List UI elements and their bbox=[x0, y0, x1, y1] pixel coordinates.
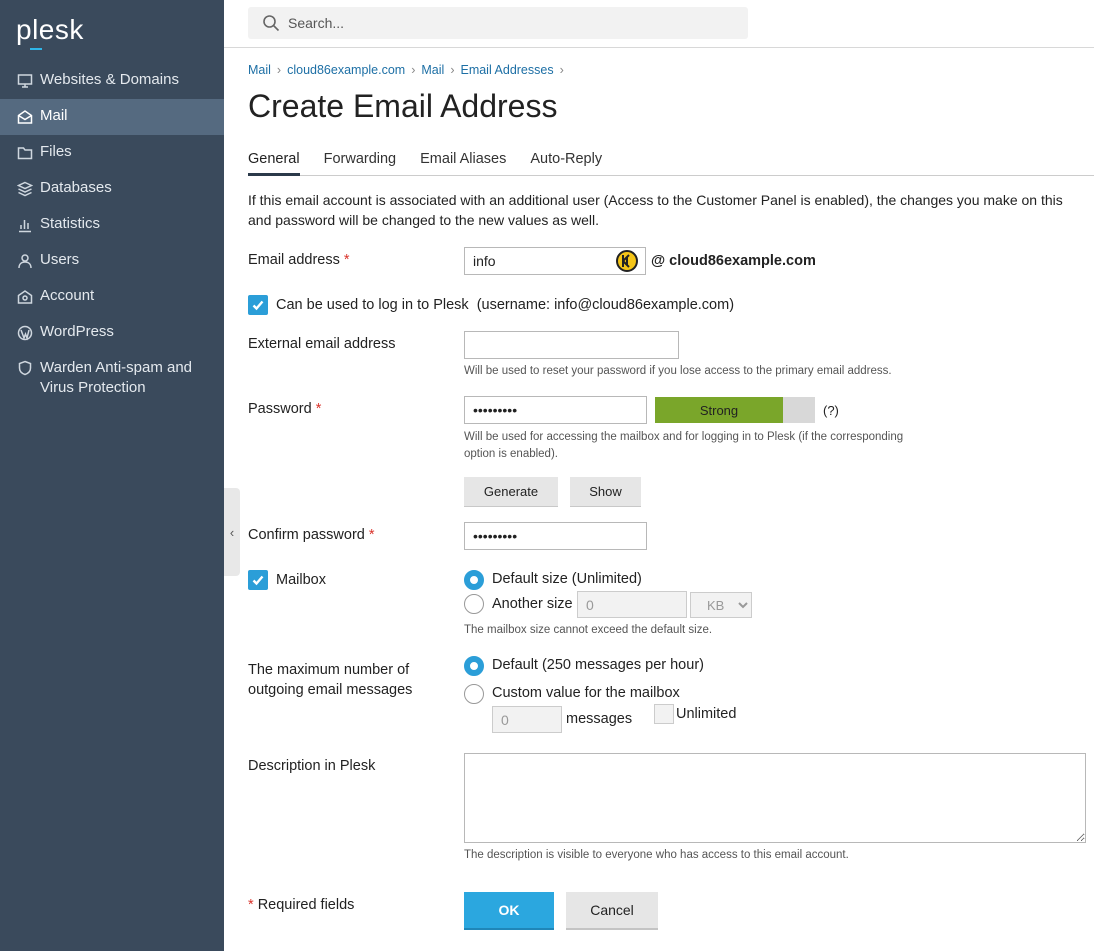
password-label: Password * bbox=[248, 401, 322, 417]
tab-auto-reply[interactable]: Auto-Reply bbox=[530, 148, 602, 176]
sidebar-item-websites-domains[interactable]: Websites & Domains bbox=[0, 63, 224, 99]
sidebar-item-wordpress[interactable]: WordPress bbox=[0, 315, 224, 351]
sidebar-item-databases[interactable]: Databases bbox=[0, 171, 224, 207]
tab-email-aliases[interactable]: Email Aliases bbox=[420, 148, 506, 176]
mailbox-default-size-label: Default size (Unlimited) bbox=[492, 571, 642, 587]
outgoing-default-radio[interactable] bbox=[464, 656, 484, 676]
sidebar-item-statistics[interactable]: Statistics bbox=[0, 207, 224, 243]
account-icon bbox=[16, 288, 34, 306]
monitor-icon bbox=[16, 72, 34, 90]
sidebar-item-account[interactable]: Account bbox=[0, 279, 224, 315]
checkmark-icon bbox=[252, 300, 264, 311]
cancel-button[interactable]: Cancel bbox=[566, 892, 658, 930]
sidebar-item-label: Users bbox=[40, 251, 80, 268]
breadcrumb: Mail › cloud86example.com › Mail › Email Addre… bbox=[248, 63, 570, 77]
folder-icon bbox=[16, 144, 34, 162]
user-icon bbox=[16, 252, 34, 270]
tab-forwarding[interactable]: Forwarding bbox=[324, 148, 397, 176]
search-input[interactable] bbox=[288, 15, 688, 31]
password-input[interactable] bbox=[464, 396, 647, 424]
mailbox-checkbox[interactable] bbox=[248, 570, 268, 590]
sidebar-item-files[interactable]: Files bbox=[0, 135, 224, 171]
sidebar-item-label: Account bbox=[40, 287, 95, 304]
confirm-password-label: Confirm password * bbox=[248, 527, 375, 543]
breadcrumb-separator: › bbox=[559, 63, 564, 77]
external-email-hint: Will be used to reset your password if y… bbox=[464, 365, 892, 377]
external-email-label: External email address bbox=[248, 336, 396, 352]
logo-text: plesk bbox=[16, 14, 84, 45]
breadcrumb-link-email-addresses[interactable]: Email Addresses bbox=[460, 63, 553, 77]
mailbox-size-input[interactable] bbox=[577, 591, 687, 618]
password-strength-meter: Strong bbox=[655, 397, 815, 423]
email-domain: @ cloud86example.com bbox=[651, 253, 816, 269]
unlimited-label: Unlimited bbox=[676, 706, 737, 722]
sidebar-item-label: Files bbox=[40, 143, 72, 160]
external-email-input[interactable] bbox=[464, 331, 679, 359]
password-strength-fill: Strong bbox=[655, 397, 783, 423]
breadcrumb-separator: › bbox=[450, 63, 455, 77]
breadcrumb-link-mail[interactable]: Mail bbox=[248, 63, 271, 77]
mail-icon bbox=[16, 108, 34, 126]
description-textarea[interactable] bbox=[464, 753, 1086, 843]
breadcrumb-separator: › bbox=[411, 63, 416, 77]
breadcrumb-separator: › bbox=[276, 63, 282, 77]
breadcrumb-link-domain[interactable]: cloud86example.com bbox=[287, 63, 405, 77]
sidebar-item-label: Statistics bbox=[40, 215, 101, 232]
description-hint: The description is visible to everyone w… bbox=[464, 849, 849, 861]
password-manager-icon[interactable] bbox=[616, 250, 638, 272]
outgoing-custom-input[interactable] bbox=[492, 706, 562, 733]
mailbox-label: Mailbox bbox=[276, 572, 326, 588]
login-to-plesk-label: Can be used to log in to Plesk (username… bbox=[276, 297, 735, 313]
sidebar-item-mail[interactable]: Mail bbox=[0, 99, 224, 135]
chevron-left-icon: ‹ bbox=[229, 524, 235, 540]
confirm-password-input[interactable] bbox=[464, 522, 647, 550]
intro-text: If this email account is associated with… bbox=[248, 192, 1063, 228]
mailbox-another-size-radio[interactable] bbox=[464, 594, 484, 614]
outgoing-messages-label: The maximum number of outgoing email mes… bbox=[248, 662, 413, 698]
search-icon bbox=[263, 15, 280, 32]
search-box bbox=[248, 7, 748, 39]
password-hint: Will be used for accessing the mailbox a… bbox=[464, 431, 904, 460]
mailbox-size-unit-select[interactable]: KB bbox=[690, 592, 752, 618]
bar-chart-icon bbox=[16, 216, 34, 234]
checkmark-icon bbox=[252, 575, 264, 586]
outgoing-default-label: Default (250 messages per hour) bbox=[492, 657, 704, 673]
sidebar: plesk Websites & Domains Mail Files Data… bbox=[0, 0, 224, 951]
unlimited-checkbox[interactable] bbox=[654, 704, 674, 724]
outgoing-custom-label: Custom value for the mailbox bbox=[492, 685, 680, 701]
tab-bar: General Forwarding Email Aliases Auto-Re… bbox=[248, 148, 1094, 176]
sidebar-item-warden[interactable]: Warden Anti-spam and Virus Protection bbox=[0, 351, 224, 409]
sidebar-item-label: WordPress bbox=[40, 323, 114, 340]
tab-general[interactable]: General bbox=[248, 148, 300, 176]
sidebar-item-label: Websites & Domains bbox=[40, 71, 179, 88]
sidebar-item-users[interactable]: Users bbox=[0, 243, 224, 279]
sidebar-nav: Websites & Domains Mail Files Databases … bbox=[0, 63, 224, 409]
sidebar-item-label: Mail bbox=[40, 107, 68, 124]
show-password-button[interactable]: Show bbox=[570, 477, 641, 507]
mailbox-another-size-label: Another size bbox=[492, 596, 573, 612]
description-label: Description in Plesk bbox=[248, 758, 376, 774]
ok-button[interactable]: OK bbox=[464, 892, 554, 930]
email-address-label: Email address * bbox=[248, 252, 350, 268]
shield-icon bbox=[16, 359, 34, 377]
required-fields-note: * Required fields bbox=[248, 897, 355, 913]
outgoing-unit-label: messages bbox=[566, 711, 633, 727]
outgoing-custom-radio[interactable] bbox=[464, 684, 484, 704]
breadcrumb-link-mail-2[interactable]: Mail bbox=[421, 63, 444, 77]
mailbox-default-size-radio[interactable] bbox=[464, 570, 484, 590]
logo-accent-bar bbox=[30, 48, 42, 50]
topbar bbox=[224, 0, 1094, 48]
sidebar-item-label: Warden Anti-spam and Virus Protection bbox=[40, 359, 193, 396]
mailbox-size-hint: The mailbox size cannot exceed the defau… bbox=[464, 624, 713, 636]
page-title: Create Email Address bbox=[248, 88, 558, 124]
sidebar-collapse-handle[interactable]: ‹ bbox=[224, 488, 240, 576]
plesk-logo[interactable]: plesk bbox=[16, 14, 84, 50]
generate-password-button[interactable]: Generate bbox=[464, 477, 558, 507]
database-icon bbox=[16, 180, 34, 198]
sidebar-item-label: Databases bbox=[40, 179, 112, 196]
password-help-link[interactable]: (?) bbox=[823, 403, 839, 418]
login-to-plesk-checkbox[interactable] bbox=[248, 295, 268, 315]
wordpress-icon bbox=[16, 324, 34, 342]
